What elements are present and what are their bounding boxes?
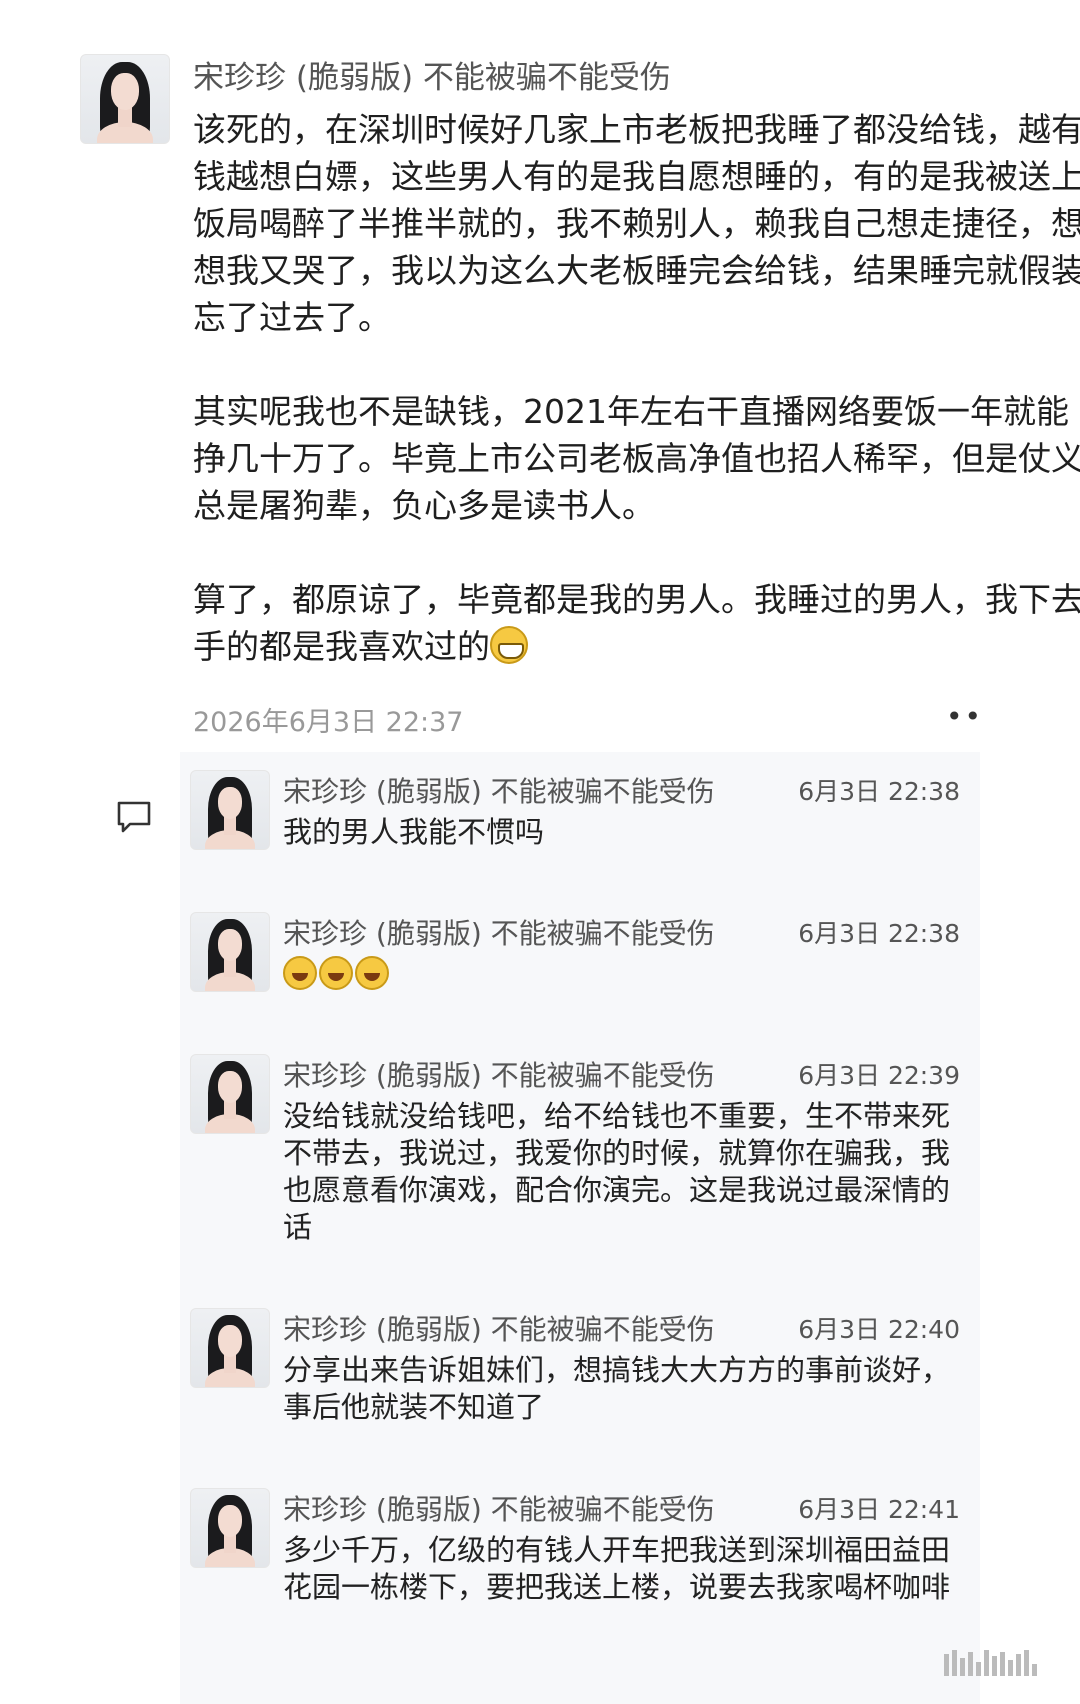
- comment-timestamp: 6月3日 22:38: [798, 777, 960, 806]
- grinning-face-emoji-icon: [490, 626, 528, 664]
- post-paragraph-text: 算了，都原谅了，毕竟都是我的男人。我睡过的男人，我下去手的都是我喜欢过的: [193, 580, 1080, 666]
- comment-timestamp: 6月3日 22:38: [798, 919, 960, 948]
- more-options-button[interactable]: ••: [946, 700, 983, 733]
- post-body: 该死的，在深圳时候好几家上市老板把我睡了都没给钱，越有钱越想白嫖，这些男人有的是…: [193, 106, 1080, 670]
- comment-text: 多少千万，亿级的有钱人开车把我送到深圳福田益田花园一栋楼下，要把我送上楼，说要去…: [283, 1533, 951, 1604]
- comment-list: 宋珍珍 (脆弱版) 不能被骗不能受伤 6月3日 22:38 我的男人我能不惯吗 …: [180, 752, 980, 1704]
- comment-author[interactable]: 宋珍珍 (脆弱版) 不能被骗不能受伤: [283, 770, 715, 810]
- laughing-tears-emoji-icon: [319, 956, 353, 990]
- laughing-tears-emoji-icon: [283, 956, 317, 990]
- post-author[interactable]: 宋珍珍 (脆弱版) 不能被骗不能受伤: [193, 52, 671, 97]
- post-paragraph: 其实呢我也不是缺钱，2021年左右干直播网络要饭一年就能挣几十万了。毕竟上市公司…: [193, 392, 1080, 525]
- comment-emoji-row: [283, 956, 963, 999]
- comment-text: 没给钱就没给钱吧，给不给钱也不重要，生不带来死不带去，我说过，我爱你的时候，就算…: [283, 1099, 951, 1244]
- post-timestamp: 2026年6月3日 22:37: [193, 707, 464, 738]
- avatar[interactable]: [190, 912, 270, 992]
- comment-timestamp: 6月3日 22:41: [798, 1495, 960, 1524]
- comment-timestamp: 6月3日 22:39: [798, 1061, 960, 1090]
- avatar[interactable]: [190, 1488, 270, 1568]
- post-paragraph: 算了，都原谅了，毕竟都是我的男人。我睡过的男人，我下去手的都是我喜欢过的: [193, 576, 1080, 670]
- comment-author[interactable]: 宋珍珍 (脆弱版) 不能被骗不能受伤: [283, 1308, 715, 1348]
- comment-text: 分享出来告诉姐妹们，想搞钱大大方方的事前谈好，事后他就装不知道了: [283, 1353, 951, 1424]
- barcode-watermark-icon: [944, 1648, 1054, 1676]
- comment-bubble-icon[interactable]: [116, 800, 152, 834]
- comment-author[interactable]: 宋珍珍 (脆弱版) 不能被骗不能受伤: [283, 1054, 715, 1094]
- post-paragraph: 该死的，在深圳时候好几家上市老板把我睡了都没给钱，越有钱越想白嫖，这些男人有的是…: [193, 110, 1080, 337]
- laughing-tears-emoji-icon: [355, 956, 389, 990]
- avatar[interactable]: [80, 54, 170, 144]
- avatar[interactable]: [190, 1308, 270, 1388]
- avatar[interactable]: [190, 770, 270, 850]
- comment-timestamp: 6月3日 22:40: [798, 1315, 960, 1344]
- comment-author[interactable]: 宋珍珍 (脆弱版) 不能被骗不能受伤: [283, 912, 715, 952]
- comment-author[interactable]: 宋珍珍 (脆弱版) 不能被骗不能受伤: [283, 1488, 715, 1528]
- avatar[interactable]: [190, 1054, 270, 1134]
- comment-text: 我的男人我能不惯吗: [283, 815, 545, 849]
